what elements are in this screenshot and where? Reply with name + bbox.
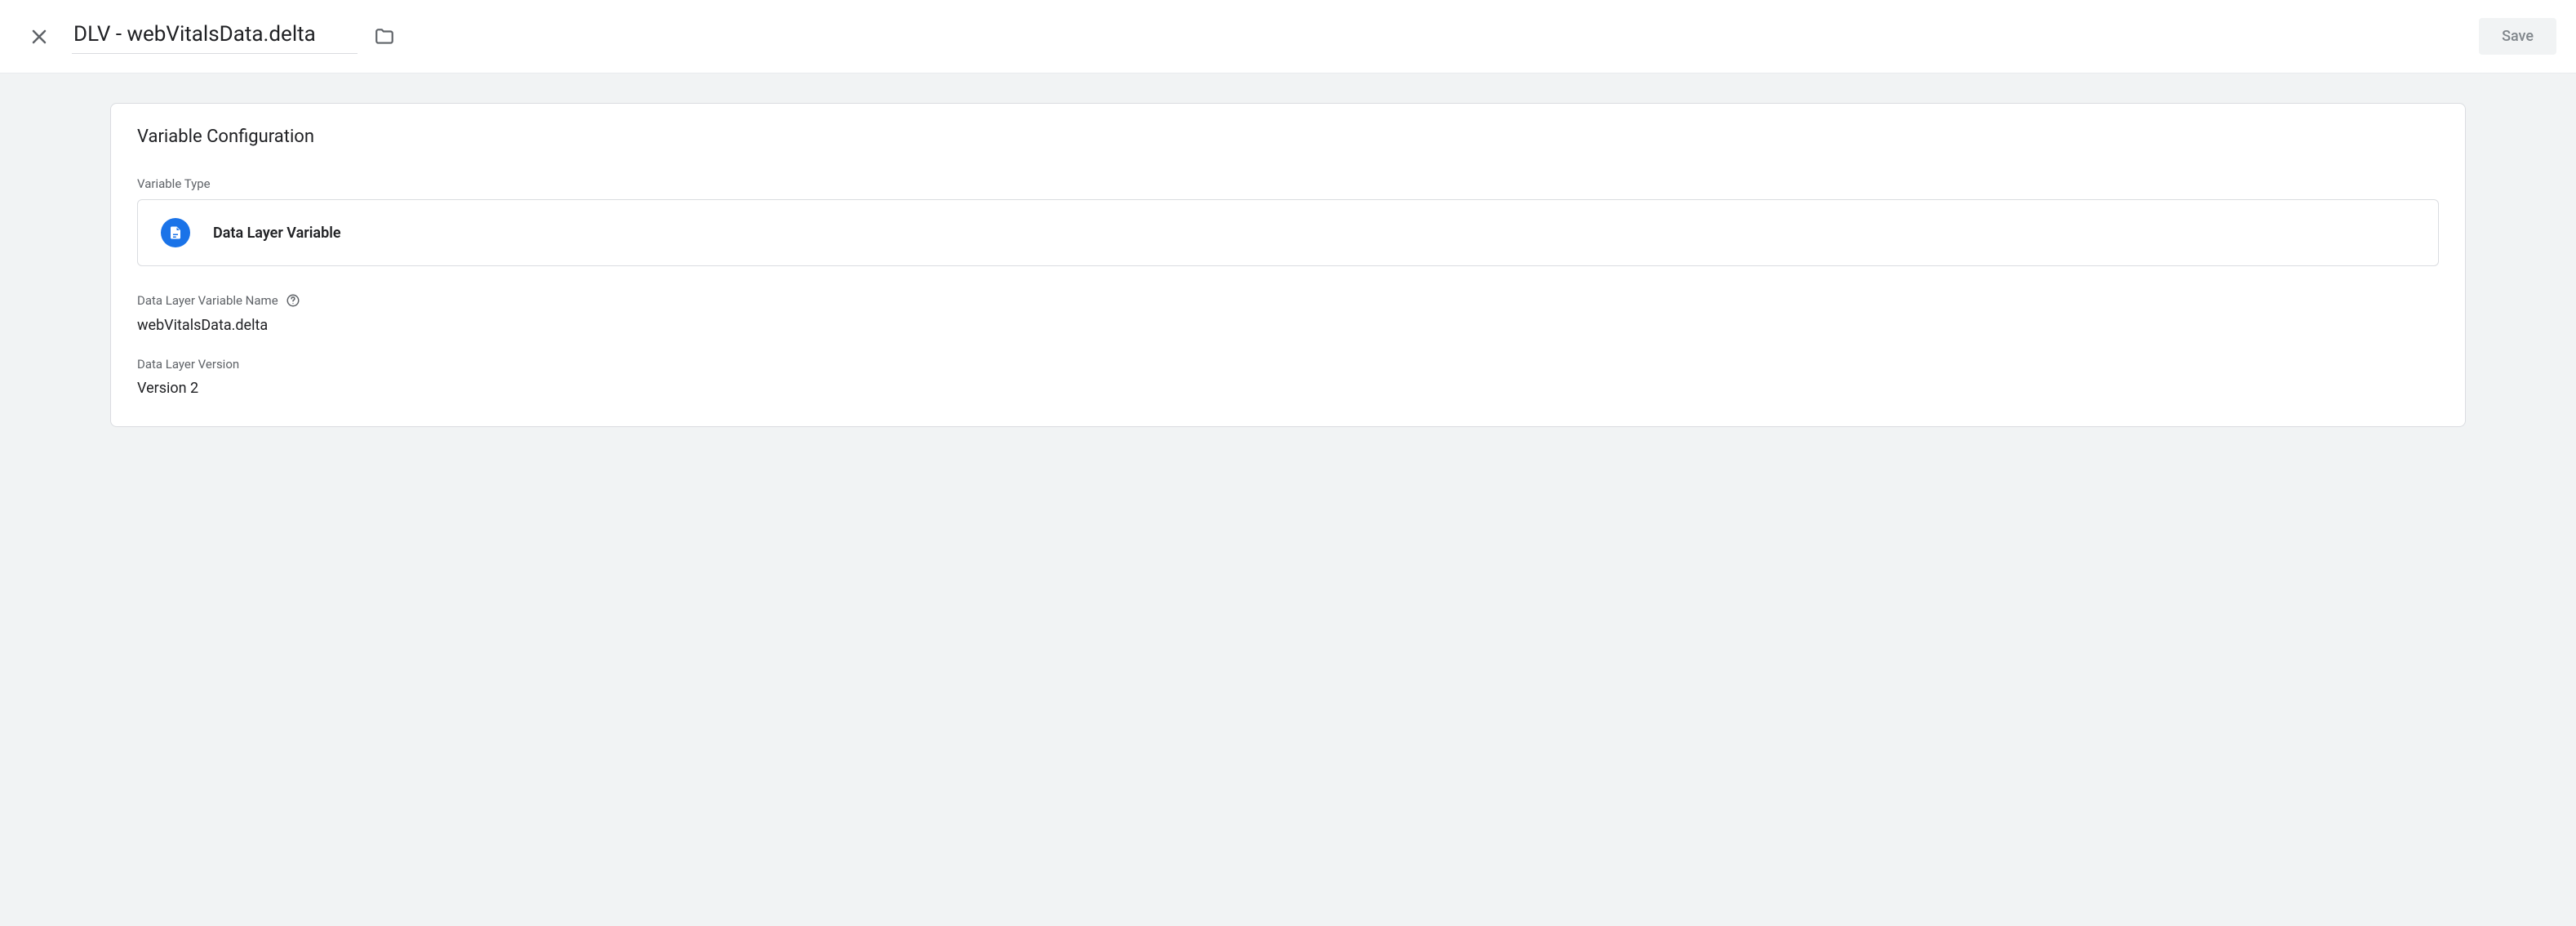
version-value: Version 2 [137,380,2439,397]
variable-type-name: Data Layer Variable [213,225,341,242]
folder-icon [374,26,395,47]
folder-button[interactable] [367,20,402,54]
variable-type-selector[interactable]: Data Layer Variable [137,199,2439,266]
close-button[interactable] [20,17,59,56]
variable-type-icon-wrapper [161,218,190,247]
card-title: Variable Configuration [137,127,2439,147]
variable-configuration-card: Variable Configuration Variable Type Dat… [110,103,2466,427]
variable-name-label: Data Layer Variable Name [137,292,2439,309]
version-label: Data Layer Version [137,357,2439,372]
document-icon [168,225,183,240]
help-icon [286,293,300,308]
variable-type-label: Variable Type [137,176,2439,191]
help-button[interactable] [285,292,301,309]
variable-title-input[interactable] [72,19,358,54]
header: Save [0,0,2576,73]
close-icon [29,27,49,47]
content-area: Variable Configuration Variable Type Dat… [0,73,2576,926]
variable-name-value: webVitalsData.delta [137,317,2439,334]
save-button[interactable]: Save [2479,18,2556,55]
